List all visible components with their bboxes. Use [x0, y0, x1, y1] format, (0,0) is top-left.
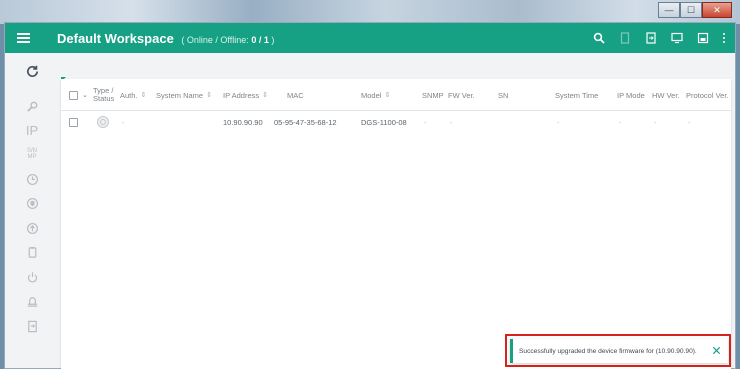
cell-system-time: - [557, 117, 560, 127]
minimize-button[interactable]: — [658, 2, 680, 18]
cell-protocol-ver: - [688, 117, 691, 127]
col-sn[interactable]: SN [498, 79, 508, 111]
search-device-icon[interactable] [19, 95, 45, 117]
document-icon[interactable] [615, 28, 635, 48]
toast-notification: Successfully upgraded the device firmwar… [510, 339, 728, 363]
left-action-rail: IP S/N MP [5, 53, 59, 369]
power-icon[interactable] [19, 266, 45, 288]
snmp-icon[interactable]: S/N MP [19, 143, 45, 165]
clock-icon[interactable] [19, 168, 45, 190]
search-icon[interactable] [589, 28, 609, 48]
col-fw-ver[interactable]: FW Ver. [448, 79, 475, 111]
refresh-icon[interactable] [19, 59, 45, 83]
col-model-label: Model [361, 90, 382, 100]
col-system-name[interactable]: System Name ⇕ [156, 79, 212, 111]
col-protocol-ver-label: Protocol Ver. [686, 90, 729, 100]
snmp-label-bottom: MP [27, 154, 37, 160]
cell-ip-address: 10.90.90.90 [223, 117, 263, 127]
more-options-icon[interactable] [719, 28, 729, 48]
col-system-time[interactable]: System Time [555, 79, 598, 111]
sort-icon: ⇕ [206, 92, 212, 99]
sort-icon: ⇕ [262, 92, 269, 99]
col-hw-ver-label: HW Ver. [652, 90, 680, 100]
workspace-name: Default Workspace [57, 30, 174, 46]
table-row[interactable]: - 10.90.90.90 05-95-47-35-68-12 DGS-1100… [61, 111, 731, 133]
select-dropdown-caret[interactable]: ⌄ [82, 79, 88, 111]
col-system-name-label: System Name [156, 90, 204, 100]
app-header: Default Workspace ( Online / Offline: 0 … [5, 23, 735, 53]
col-protocol-ver[interactable]: Protocol Ver. [686, 79, 729, 111]
notification-icon[interactable] [19, 290, 45, 312]
col-ip-mode[interactable]: IP Mode [617, 79, 645, 111]
window-titlebar: — ☐ ✕ [0, 0, 740, 24]
export-icon[interactable] [641, 28, 661, 48]
cell-snmp: - [424, 117, 427, 127]
table-header: ⌄ Type / Status Auth. ⇕ System Name ⇕ IP A… [61, 79, 731, 111]
ip-settings-icon[interactable]: IP [19, 119, 45, 141]
cell-hw-ver: - [654, 117, 657, 127]
firmware-upgrade-icon[interactable] [19, 217, 45, 239]
app-window: Default Workspace ( Online / Offline: 0 … [4, 22, 736, 369]
workspace-title: Default Workspace ( Online / Offline: 0 … [57, 31, 274, 46]
device-table-panel: ⌄ Type / Status Auth. ⇕ System Name ⇕ IP A… [61, 79, 731, 369]
cell-fw-ver: - [450, 117, 453, 127]
header-toolbar [589, 23, 729, 53]
col-snmp[interactable]: SNMP [422, 79, 444, 111]
cell-auth: - [122, 117, 125, 127]
sort-icon: ⇕ [140, 92, 147, 99]
col-ip-mode-label: IP Mode [617, 90, 645, 100]
col-auth[interactable]: Auth. ⇕ [120, 79, 146, 111]
col-type-status[interactable]: Type / Status [93, 79, 114, 111]
config-icon[interactable] [19, 241, 45, 263]
col-snmp-label: SNMP [422, 90, 444, 100]
toast-message: Successfully upgraded the device firmwar… [519, 347, 697, 355]
hamburger-menu-icon[interactable] [5, 23, 41, 53]
sort-icon: ⇕ [384, 92, 391, 99]
close-window-button[interactable]: ✕ [702, 2, 732, 18]
cell-mac: 05-95-47-35-68-12 [274, 117, 337, 127]
online-offline-status: ( Online / Offline: 0 / 1 ) [181, 35, 274, 45]
window-controls: — ☐ ✕ [658, 2, 732, 18]
col-mac[interactable]: MAC [287, 79, 304, 111]
col-ip-address-label: IP Address [223, 90, 260, 100]
status-suffix: ) [271, 34, 275, 45]
col-auth-label: Auth. [120, 90, 138, 100]
monitor-icon[interactable] [667, 28, 687, 48]
status-prefix: ( Online / Offline: [181, 34, 249, 45]
row-checkbox[interactable] [69, 111, 78, 133]
col-status-label: Status [93, 94, 115, 103]
close-icon[interactable] [710, 344, 722, 356]
col-sn-label: SN [498, 90, 509, 100]
cell-model: DGS-1100-08 [361, 117, 407, 127]
col-model[interactable]: Model ⇕ [361, 79, 390, 111]
col-ip-address[interactable]: IP Address ⇕ [223, 79, 268, 111]
col-mac-label: MAC [287, 90, 304, 100]
shield-icon[interactable] [19, 192, 45, 214]
maximize-button[interactable]: ☐ [680, 2, 702, 18]
col-fw-ver-label: FW Ver. [448, 90, 475, 100]
select-all-checkbox[interactable] [69, 79, 78, 111]
save-icon[interactable] [693, 28, 713, 48]
cell-ip-mode: - [619, 117, 622, 127]
status-count: 0 / 1 [251, 34, 269, 45]
col-hw-ver[interactable]: HW Ver. [652, 79, 680, 111]
col-system-time-label: System Time [555, 90, 599, 100]
device-status-icon [97, 111, 109, 133]
report-icon[interactable] [19, 315, 45, 337]
